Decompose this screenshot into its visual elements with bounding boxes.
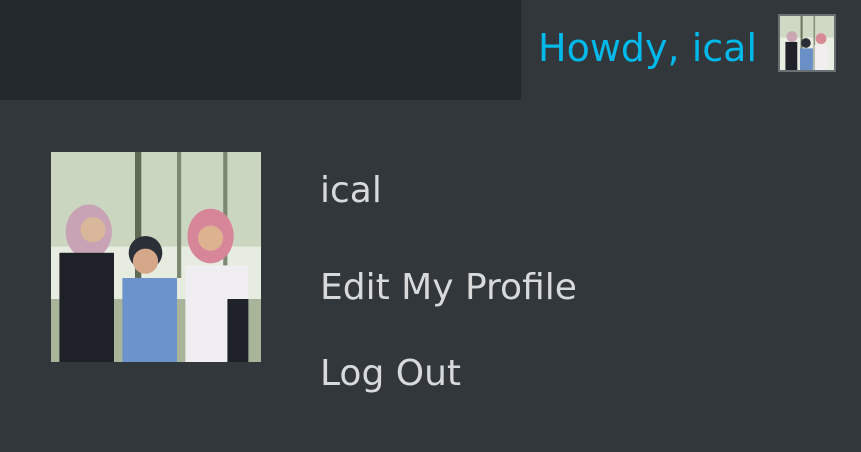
account-dropdown-menu: ical Edit My Profile Log Out (0, 100, 861, 452)
user-avatar-large-icon[interactable] (51, 152, 261, 362)
user-avatar-icon[interactable] (778, 14, 836, 72)
profile-display-name[interactable]: ical (320, 168, 382, 214)
logout-link[interactable]: Log Out (320, 351, 461, 397)
admin-bar: Howdy, ical (0, 0, 861, 100)
howdy-greeting[interactable]: Howdy, ical (538, 24, 757, 72)
edit-profile-link[interactable]: Edit My Profile (320, 265, 577, 311)
my-account-menu-trigger[interactable]: Howdy, ical (521, 0, 861, 100)
